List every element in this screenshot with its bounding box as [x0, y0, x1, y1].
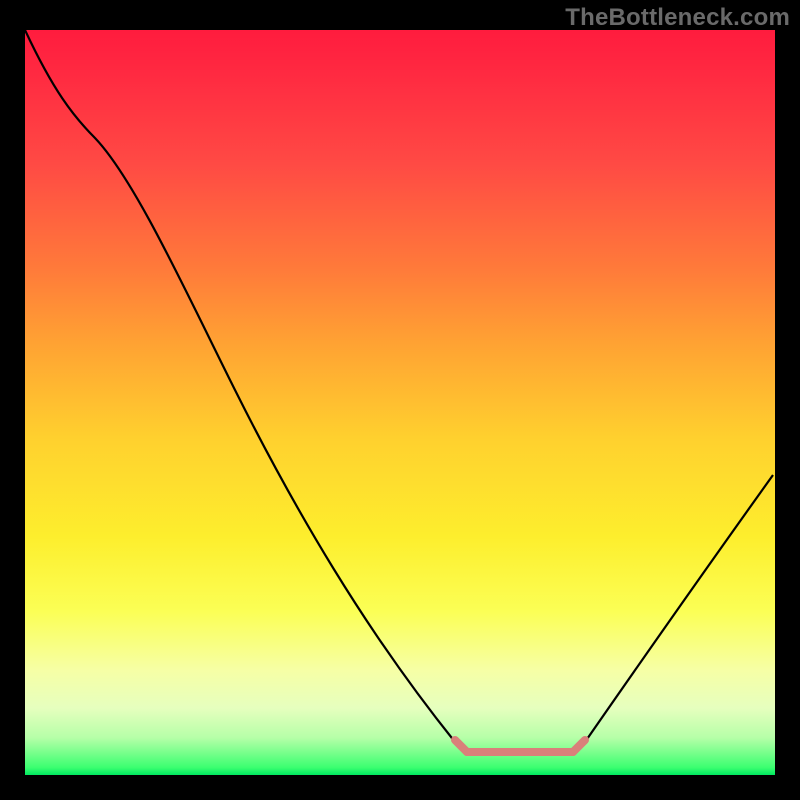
valley-right-tick	[573, 740, 585, 752]
bottleneck-curve	[25, 30, 775, 775]
chart-frame: TheBottleneck.com	[0, 0, 800, 800]
curve-path	[25, 30, 773, 750]
plot-area	[25, 30, 775, 775]
watermark-text: TheBottleneck.com	[565, 4, 790, 32]
